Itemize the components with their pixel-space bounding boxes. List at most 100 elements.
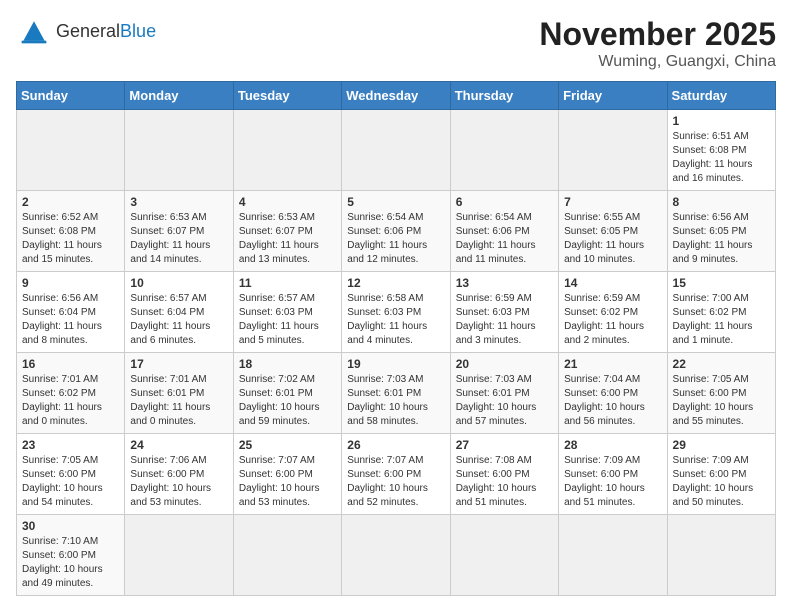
calendar-cell <box>450 110 558 191</box>
day-info: Sunrise: 7:04 AMSunset: 6:00 PMDaylight:… <box>564 373 661 429</box>
day-number: 25 <box>239 438 336 452</box>
calendar-cell <box>125 110 233 191</box>
weekday-header-tuesday: Tuesday <box>233 82 341 110</box>
day-info: Sunrise: 6:52 AMSunset: 6:08 PMDaylight:… <box>22 211 119 267</box>
day-info: Sunrise: 6:56 AMSunset: 6:05 PMDaylight:… <box>673 211 770 267</box>
calendar-cell: 13 Sunrise: 6:59 AMSunset: 6:03 PMDayligh… <box>450 272 558 353</box>
day-number: 16 <box>22 357 119 371</box>
day-number: 26 <box>347 438 444 452</box>
day-info: Sunrise: 7:05 AMSunset: 6:00 PMDaylight:… <box>22 454 119 510</box>
day-info: Sunrise: 6:57 AMSunset: 6:04 PMDaylight:… <box>130 292 227 348</box>
day-info: Sunrise: 7:07 AMSunset: 6:00 PMDaylight:… <box>239 454 336 510</box>
location-title: Wuming, Guangxi, China <box>539 53 776 71</box>
calendar-cell: 9 Sunrise: 6:56 AMSunset: 6:04 PMDaylight… <box>17 272 125 353</box>
day-info: Sunrise: 7:01 AMSunset: 6:02 PMDaylight:… <box>22 373 119 429</box>
month-title: November 2025 <box>539 16 776 53</box>
day-info: Sunrise: 7:07 AMSunset: 6:00 PMDaylight:… <box>347 454 444 510</box>
calendar-cell: 8 Sunrise: 6:56 AMSunset: 6:05 PMDaylight… <box>667 191 775 272</box>
day-info: Sunrise: 7:02 AMSunset: 6:01 PMDaylight:… <box>239 373 336 429</box>
week-row-5: 30 Sunrise: 7:10 AMSunset: 6:00 PMDayligh… <box>17 515 776 596</box>
day-number: 21 <box>564 357 661 371</box>
calendar-cell <box>125 515 233 596</box>
day-number: 8 <box>673 195 770 209</box>
calendar-cell: 12 Sunrise: 6:58 AMSunset: 6:03 PMDayligh… <box>342 272 450 353</box>
day-number: 4 <box>239 195 336 209</box>
calendar-cell: 28 Sunrise: 7:09 AMSunset: 6:00 PMDayligh… <box>559 434 667 515</box>
day-info: Sunrise: 6:53 AMSunset: 6:07 PMDaylight:… <box>130 211 227 267</box>
day-info: Sunrise: 6:59 AMSunset: 6:03 PMDaylight:… <box>456 292 553 348</box>
day-number: 12 <box>347 276 444 290</box>
calendar-cell <box>233 110 341 191</box>
day-number: 5 <box>347 195 444 209</box>
day-info: Sunrise: 7:01 AMSunset: 6:01 PMDaylight:… <box>130 373 227 429</box>
weekday-header-thursday: Thursday <box>450 82 558 110</box>
day-number: 7 <box>564 195 661 209</box>
calendar-cell <box>233 515 341 596</box>
day-number: 19 <box>347 357 444 371</box>
day-info: Sunrise: 6:56 AMSunset: 6:04 PMDaylight:… <box>22 292 119 348</box>
week-row-3: 16 Sunrise: 7:01 AMSunset: 6:02 PMDayligh… <box>17 353 776 434</box>
day-info: Sunrise: 7:03 AMSunset: 6:01 PMDaylight:… <box>347 373 444 429</box>
day-number: 6 <box>456 195 553 209</box>
day-info: Sunrise: 6:55 AMSunset: 6:05 PMDaylight:… <box>564 211 661 267</box>
day-number: 28 <box>564 438 661 452</box>
calendar-cell: 22Sunrise: 7:05 AMSunset: 6:00 PMDayligh… <box>667 353 775 434</box>
day-number: 29 <box>673 438 770 452</box>
day-info: Sunrise: 7:03 AMSunset: 6:01 PMDaylight:… <box>456 373 553 429</box>
calendar-cell: 2 Sunrise: 6:52 AMSunset: 6:08 PMDaylight… <box>17 191 125 272</box>
calendar-cell: 17 Sunrise: 7:01 AMSunset: 6:01 PMDayligh… <box>125 353 233 434</box>
day-number: 13 <box>456 276 553 290</box>
calendar-cell: 20 Sunrise: 7:03 AMSunset: 6:01 PMDayligh… <box>450 353 558 434</box>
day-number: 17 <box>130 357 227 371</box>
calendar-cell: 7 Sunrise: 6:55 AMSunset: 6:05 PMDaylight… <box>559 191 667 272</box>
weekday-header-saturday: Saturday <box>667 82 775 110</box>
calendar-cell: 14Sunrise: 6:59 AMSunset: 6:02 PMDayligh… <box>559 272 667 353</box>
day-number: 1 <box>673 114 770 128</box>
day-number: 22 <box>673 357 770 371</box>
calendar-cell: 1Sunrise: 6:51 AMSunset: 6:08 PMDaylight… <box>667 110 775 191</box>
day-number: 18 <box>239 357 336 371</box>
week-row-4: 23 Sunrise: 7:05 AMSunset: 6:00 PMDayligh… <box>17 434 776 515</box>
weekday-header-row: SundayMondayTuesdayWednesdayThursdayFrid… <box>17 82 776 110</box>
weekday-header-sunday: Sunday <box>17 82 125 110</box>
day-number: 15 <box>673 276 770 290</box>
calendar-cell: 4 Sunrise: 6:53 AMSunset: 6:07 PMDaylight… <box>233 191 341 272</box>
calendar-cell <box>559 515 667 596</box>
calendar-cell <box>667 515 775 596</box>
day-number: 9 <box>22 276 119 290</box>
week-row-1: 2 Sunrise: 6:52 AMSunset: 6:08 PMDaylight… <box>17 191 776 272</box>
calendar-cell: 15 Sunrise: 7:00 AMSunset: 6:02 PMDayligh… <box>667 272 775 353</box>
day-number: 24 <box>130 438 227 452</box>
title-area: November 2025 Wuming, Guangxi, China <box>539 16 776 71</box>
day-number: 11 <box>239 276 336 290</box>
weekday-header-friday: Friday <box>559 82 667 110</box>
calendar-cell: 3Sunrise: 6:53 AMSunset: 6:07 PMDaylight… <box>125 191 233 272</box>
calendar-cell: 23 Sunrise: 7:05 AMSunset: 6:00 PMDayligh… <box>17 434 125 515</box>
day-info: Sunrise: 6:54 AMSunset: 6:06 PMDaylight:… <box>456 211 553 267</box>
calendar-cell <box>342 110 450 191</box>
day-info: Sunrise: 6:58 AMSunset: 6:03 PMDaylight:… <box>347 292 444 348</box>
day-info: Sunrise: 7:09 AMSunset: 6:00 PMDaylight:… <box>673 454 770 510</box>
calendar-cell: 29 Sunrise: 7:09 AMSunset: 6:00 PMDayligh… <box>667 434 775 515</box>
day-info: Sunrise: 7:10 AMSunset: 6:00 PMDaylight:… <box>22 535 119 591</box>
calendar-cell <box>17 110 125 191</box>
calendar-cell: 21 Sunrise: 7:04 AMSunset: 6:00 PMDayligh… <box>559 353 667 434</box>
calendar-cell: 16 Sunrise: 7:01 AMSunset: 6:02 PMDayligh… <box>17 353 125 434</box>
calendar-cell: 27 Sunrise: 7:08 AMSunset: 6:00 PMDayligh… <box>450 434 558 515</box>
logo-text: GeneralBlue <box>56 22 156 40</box>
day-info: Sunrise: 6:54 AMSunset: 6:06 PMDaylight:… <box>347 211 444 267</box>
day-info: Sunrise: 7:08 AMSunset: 6:00 PMDaylight:… <box>456 454 553 510</box>
week-row-0: 1Sunrise: 6:51 AMSunset: 6:08 PMDaylight… <box>17 110 776 191</box>
day-number: 23 <box>22 438 119 452</box>
day-number: 20 <box>456 357 553 371</box>
day-number: 27 <box>456 438 553 452</box>
week-row-2: 9 Sunrise: 6:56 AMSunset: 6:04 PMDaylight… <box>17 272 776 353</box>
calendar-cell <box>559 110 667 191</box>
day-info: Sunrise: 6:53 AMSunset: 6:07 PMDaylight:… <box>239 211 336 267</box>
day-number: 30 <box>22 519 119 533</box>
calendar-cell: 18 Sunrise: 7:02 AMSunset: 6:01 PMDayligh… <box>233 353 341 434</box>
day-number: 2 <box>22 195 119 209</box>
calendar-cell <box>450 515 558 596</box>
day-info: Sunrise: 7:09 AMSunset: 6:00 PMDaylight:… <box>564 454 661 510</box>
day-info: Sunrise: 7:00 AMSunset: 6:02 PMDaylight:… <box>673 292 770 348</box>
